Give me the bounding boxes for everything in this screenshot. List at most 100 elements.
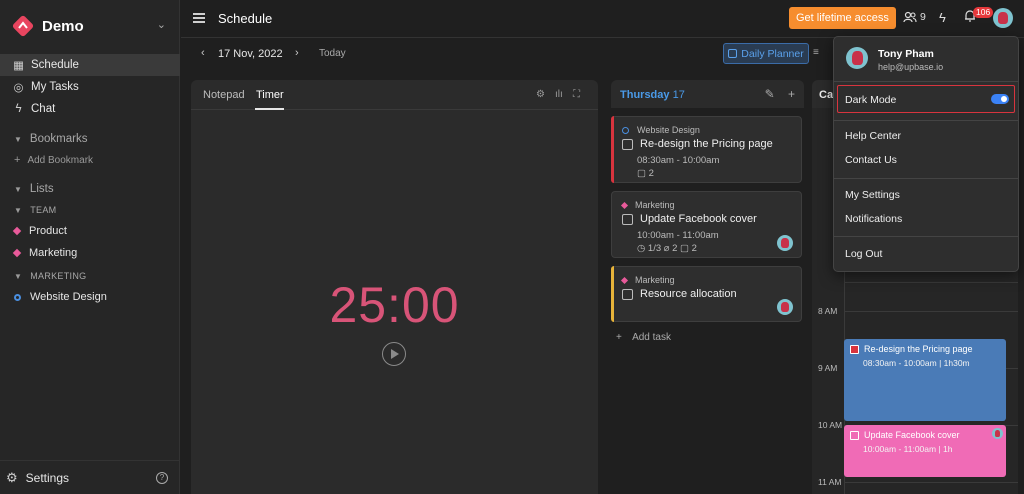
avatar[interactable]: [992, 428, 1003, 439]
avatar[interactable]: [777, 235, 793, 251]
user-menu: Tony Pham help@upbase.io Dark Mode Help …: [833, 36, 1019, 272]
menu-item-my-settings[interactable]: My Settings: [845, 189, 900, 201]
divider: [834, 178, 1018, 179]
help-icon[interactable]: ?: [156, 472, 168, 484]
list-view-icon[interactable]: ≡: [813, 47, 819, 58]
task-card[interactable]: Website Design Re-design the Pricing pag…: [611, 116, 802, 183]
menu-item-log-out[interactable]: Log Out: [845, 248, 882, 260]
gear-icon[interactable]: ⚙: [536, 89, 545, 100]
plus-icon: +: [14, 154, 21, 166]
timer-display: 25:00: [329, 277, 460, 333]
avatar: [846, 47, 868, 69]
current-date[interactable]: 17 Nov, 2022: [218, 48, 283, 60]
list-item-website-design[interactable]: Website Design: [0, 286, 180, 308]
gear-icon: ⚙: [6, 469, 18, 485]
caret-down-icon: ▼: [14, 134, 22, 144]
workspace-switcher[interactable]: Demo ⌄: [12, 12, 168, 40]
notification-badge: 106: [973, 7, 994, 18]
upbase-logo-icon: [12, 15, 34, 37]
menu-item-notifications[interactable]: Notifications: [845, 213, 902, 225]
avatar[interactable]: [993, 8, 1013, 28]
event-checkbox[interactable]: [850, 430, 859, 440]
plus-icon[interactable]: +: [788, 87, 795, 101]
task-list-name: Marketing: [635, 200, 675, 210]
add-bookmark-button[interactable]: + Add Bookmark: [0, 150, 180, 170]
sidebar-item-chat[interactable]: ϟ Chat: [0, 98, 180, 120]
list-item-marketing[interactable]: Marketing: [0, 242, 180, 264]
play-button[interactable]: [382, 342, 406, 366]
members-count: 9: [920, 11, 926, 23]
hour-line: [844, 311, 1018, 312]
workspace-name: Demo: [42, 17, 84, 35]
chevron-left-icon[interactable]: ‹: [201, 47, 205, 59]
panel-tabs: Notepad Timer ⚙ ılı ⛶: [191, 80, 598, 110]
weekday-label: Thursday: [620, 89, 670, 101]
dark-mode-toggle[interactable]: [991, 94, 1009, 104]
user-email: help@upbase.io: [878, 62, 944, 72]
sidebar: Demo ⌄ ▦ Schedule ◎ My Tasks ϟ Chat ▼ Bo…: [0, 0, 180, 494]
tab-timer[interactable]: Timer: [256, 89, 284, 101]
daily-planner-button[interactable]: Daily Planner: [723, 43, 809, 64]
avatar[interactable]: [777, 299, 793, 315]
page-title: Schedule: [218, 11, 273, 26]
lightning-icon[interactable]: ϟ: [939, 10, 946, 25]
hour-line: [844, 482, 1018, 483]
diamond-icon: [12, 248, 22, 258]
members-button[interactable]: 9: [903, 11, 926, 23]
user-name: Tony Pham: [878, 48, 934, 60]
team-group-header[interactable]: ▼ TEAM: [0, 200, 180, 220]
sidebar-item-schedule[interactable]: ▦ Schedule: [0, 54, 180, 76]
caret-down-icon: ▼: [14, 271, 23, 281]
calendar-event[interactable]: Update Facebook cover 10:00am - 11:00am …: [844, 425, 1006, 477]
chevron-down-icon[interactable]: ⌄: [157, 18, 166, 31]
task-card[interactable]: Marketing Resource allocation: [611, 266, 802, 322]
menu-item-help-center[interactable]: Help Center: [845, 130, 901, 142]
task-time: 10:00am - 11:00am: [637, 230, 719, 241]
day-column: Thursday 17 ✎ + Website Design Re-design…: [611, 80, 804, 494]
users-icon: [903, 11, 917, 23]
today-button[interactable]: Today: [319, 48, 346, 59]
chevron-right-icon[interactable]: ›: [295, 47, 299, 59]
day-header: Thursday 17 ✎ +: [611, 80, 804, 108]
calendar-event[interactable]: Re-design the Pricing page 08:30am - 10:…: [844, 339, 1006, 421]
ring-icon: [622, 126, 629, 134]
sidebar-item-my-tasks[interactable]: ◎ My Tasks: [0, 76, 180, 98]
task-list-name: Marketing: [635, 275, 675, 285]
task-list-name: Website Design: [637, 125, 700, 135]
add-task-button[interactable]: + Add task: [616, 332, 671, 343]
note-icon[interactable]: ✎: [765, 87, 775, 101]
event-checkbox[interactable]: [850, 344, 859, 354]
task-meta: ◷ 1/3 ⌀ 2 ▢ 2: [637, 243, 697, 254]
fullscreen-icon[interactable]: ⛶: [573, 89, 580, 100]
list-item-product[interactable]: Product: [0, 220, 180, 242]
settings-button[interactable]: ⚙ Settings ?: [0, 460, 180, 494]
priority-bar: [611, 266, 614, 322]
task-checkbox[interactable]: [622, 138, 633, 150]
active-tab-indicator: [255, 108, 284, 110]
dark-mode-label: Dark Mode: [845, 94, 897, 106]
task-checkbox[interactable]: [622, 288, 633, 300]
priority-bar: [611, 116, 614, 183]
event-time: 10:00am - 11:00am | 1h: [863, 444, 953, 454]
calendar-title: Ca: [819, 89, 834, 101]
menu-icon[interactable]: [193, 13, 205, 23]
hour-label: 10 AM: [818, 420, 843, 430]
marketing-group-header[interactable]: ▼ MARKETING: [0, 266, 180, 286]
event-title: Update Facebook cover: [864, 430, 960, 440]
ring-icon: [14, 293, 21, 301]
bookmarks-section-header[interactable]: ▼ Bookmarks: [0, 128, 180, 150]
task-checkbox[interactable]: [622, 213, 633, 225]
bar-chart-icon[interactable]: ılı: [555, 89, 563, 100]
caret-down-icon: ▼: [14, 205, 23, 215]
dark-mode-row[interactable]: Dark Mode: [837, 85, 1015, 113]
task-card[interactable]: Marketing Update Facebook cover 10:00am …: [611, 191, 802, 258]
lists-section-header[interactable]: ▼ Lists: [0, 178, 180, 200]
lifetime-access-button[interactable]: Get lifetime access: [789, 7, 896, 29]
menu-item-contact-us[interactable]: Contact Us: [845, 154, 897, 166]
hour-label: 9 AM: [818, 363, 838, 373]
task-meta: ▢ 2: [637, 168, 654, 179]
calendar-icon: [728, 49, 738, 58]
divider: [834, 81, 1018, 82]
hour-label: 11 AM: [818, 477, 842, 487]
tab-notepad[interactable]: Notepad: [203, 89, 245, 101]
